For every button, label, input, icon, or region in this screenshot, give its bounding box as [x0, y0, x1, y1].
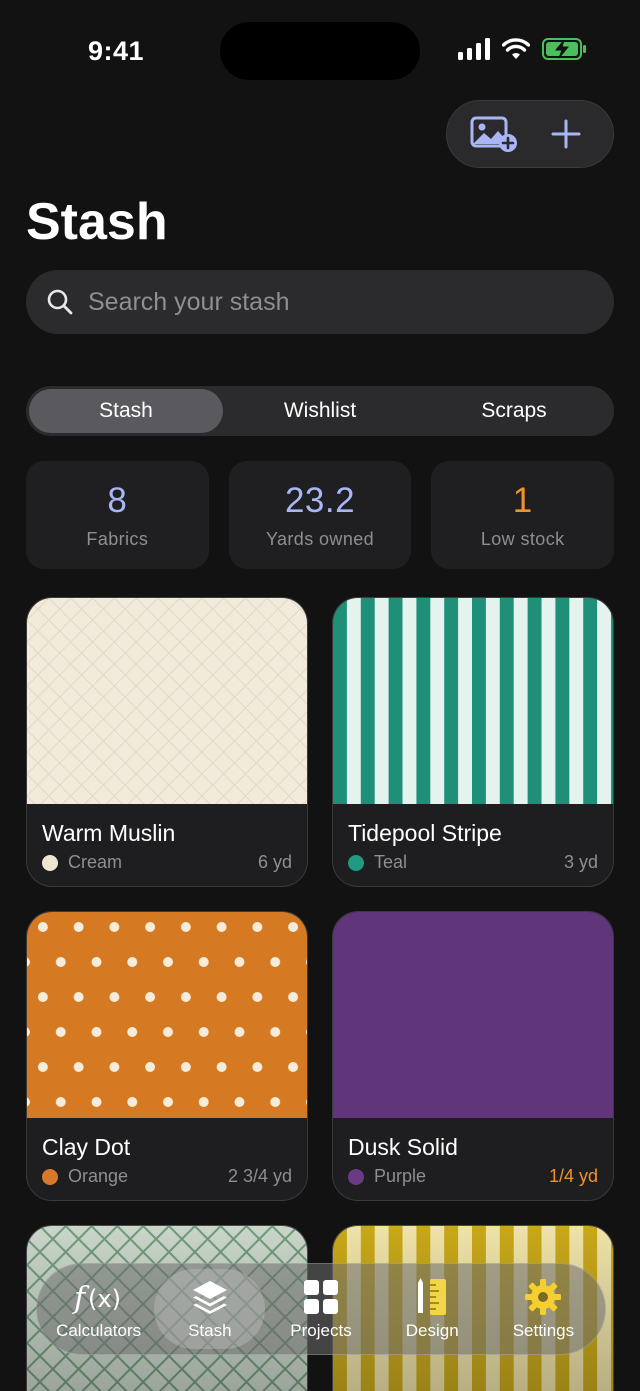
color-dot	[42, 1168, 58, 1185]
tab-stash[interactable]: Stash	[154, 1269, 266, 1349]
stat-value: 1	[512, 480, 533, 520]
page-title: Stash	[26, 193, 168, 251]
fabric-card[interactable]: Tidepool Stripe Teal 3 yd	[332, 597, 614, 887]
status-bar: 9:41	[0, 0, 640, 100]
fabric-yardage: 6 yd	[257, 852, 292, 872]
stat-value: 8	[107, 480, 128, 520]
pencil-ruler-icon	[414, 1277, 450, 1317]
photo-add-icon	[470, 116, 517, 152]
fabric-yardage: 3 yd	[563, 852, 598, 872]
fabric-meta: Orange 2 3/4 yd	[42, 1166, 292, 1187]
tab-calculators[interactable]: f (x) Calculators	[43, 1269, 154, 1349]
stat-label: Fabrics	[86, 528, 149, 549]
fabric-swatch-solid	[333, 912, 613, 1118]
search-icon	[47, 289, 73, 315]
function-icon: f (x)	[72, 1277, 126, 1317]
tab-bar: f (x) Calculators Stash Projects Design …	[36, 1263, 606, 1355]
tab-label: Calculators	[56, 1321, 142, 1340]
tab-label: Settings	[512, 1321, 575, 1340]
segment-stash[interactable]: Stash	[29, 389, 223, 433]
fabric-card[interactable]: Clay Dot Orange 2 3/4 yd	[26, 911, 308, 1201]
fabric-name: Tidepool Stripe	[348, 820, 502, 846]
stat-fabrics: 8 Fabrics	[26, 461, 209, 569]
plus-icon	[551, 119, 580, 149]
fabric-card[interactable]: Warm Muslin Cream 6 yd	[26, 597, 308, 887]
add-photo-button[interactable]	[465, 104, 525, 164]
fabric-color-name: Purple	[374, 1166, 427, 1186]
color-dot	[42, 854, 58, 871]
wifi-icon	[502, 38, 530, 59]
color-dot	[348, 854, 364, 871]
segmented-control: Stash Wishlist Scraps	[26, 386, 614, 436]
stat-label: Yards owned	[265, 528, 375, 549]
fabric-meta: Purple 1/4 yd	[348, 1166, 598, 1187]
tab-label: Projects	[290, 1321, 352, 1340]
fabric-swatch-dots	[27, 912, 307, 1118]
segment-scraps[interactable]: Scraps	[417, 389, 611, 433]
fabric-color-name: Teal	[374, 852, 408, 872]
fabric-yardage: 2 3/4 yd	[227, 1166, 292, 1186]
tab-label: Design	[405, 1321, 459, 1340]
grid-icon	[303, 1277, 339, 1317]
fabric-name: Clay Dot	[42, 1134, 131, 1160]
fabric-swatch-crosshatch	[27, 598, 307, 804]
tab-label: Stash	[188, 1321, 232, 1340]
tab-settings[interactable]: Settings	[488, 1269, 599, 1349]
stat-low-stock: 1 Low stock	[431, 461, 615, 569]
status-time: 9:41	[88, 36, 145, 66]
stat-label: Low stock	[480, 528, 565, 549]
color-dot	[348, 1168, 364, 1185]
fabric-card[interactable]: Dusk Solid Purple 1/4 yd	[332, 911, 614, 1201]
fabric-swatch-stripe	[333, 598, 613, 804]
fabric-meta: Cream 6 yd	[42, 852, 292, 873]
gear-icon	[523, 1277, 563, 1317]
stat-value: 23.2	[284, 480, 356, 520]
search-input[interactable]	[88, 287, 568, 317]
dynamic-island	[220, 22, 420, 80]
segment-wishlist[interactable]: Wishlist	[223, 389, 417, 433]
fabric-name: Dusk Solid	[348, 1134, 458, 1160]
fabric-yardage-low: 1/4 yd	[548, 1166, 598, 1186]
cellular-signal-icon	[458, 38, 490, 60]
svg-text:(x): (x)	[88, 1285, 121, 1313]
status-icons	[458, 38, 588, 60]
search-bar[interactable]	[26, 270, 614, 334]
fabric-name: Warm Muslin	[42, 820, 176, 846]
fabric-color-name: Orange	[68, 1166, 129, 1186]
fabric-meta: Teal 3 yd	[348, 852, 598, 873]
tab-projects[interactable]: Projects	[265, 1269, 376, 1349]
battery-charging-icon	[542, 38, 586, 60]
layers-icon	[190, 1277, 230, 1317]
add-fabric-button[interactable]	[536, 104, 596, 164]
top-actions-group	[446, 100, 614, 168]
fabric-color-name: Cream	[68, 852, 123, 872]
tab-design[interactable]: Design	[377, 1269, 488, 1349]
stats-row: 8 Fabrics 23.2 Yards owned 1 Low stock	[26, 461, 615, 569]
stat-yards-owned: 23.2 Yards owned	[228, 461, 412, 569]
